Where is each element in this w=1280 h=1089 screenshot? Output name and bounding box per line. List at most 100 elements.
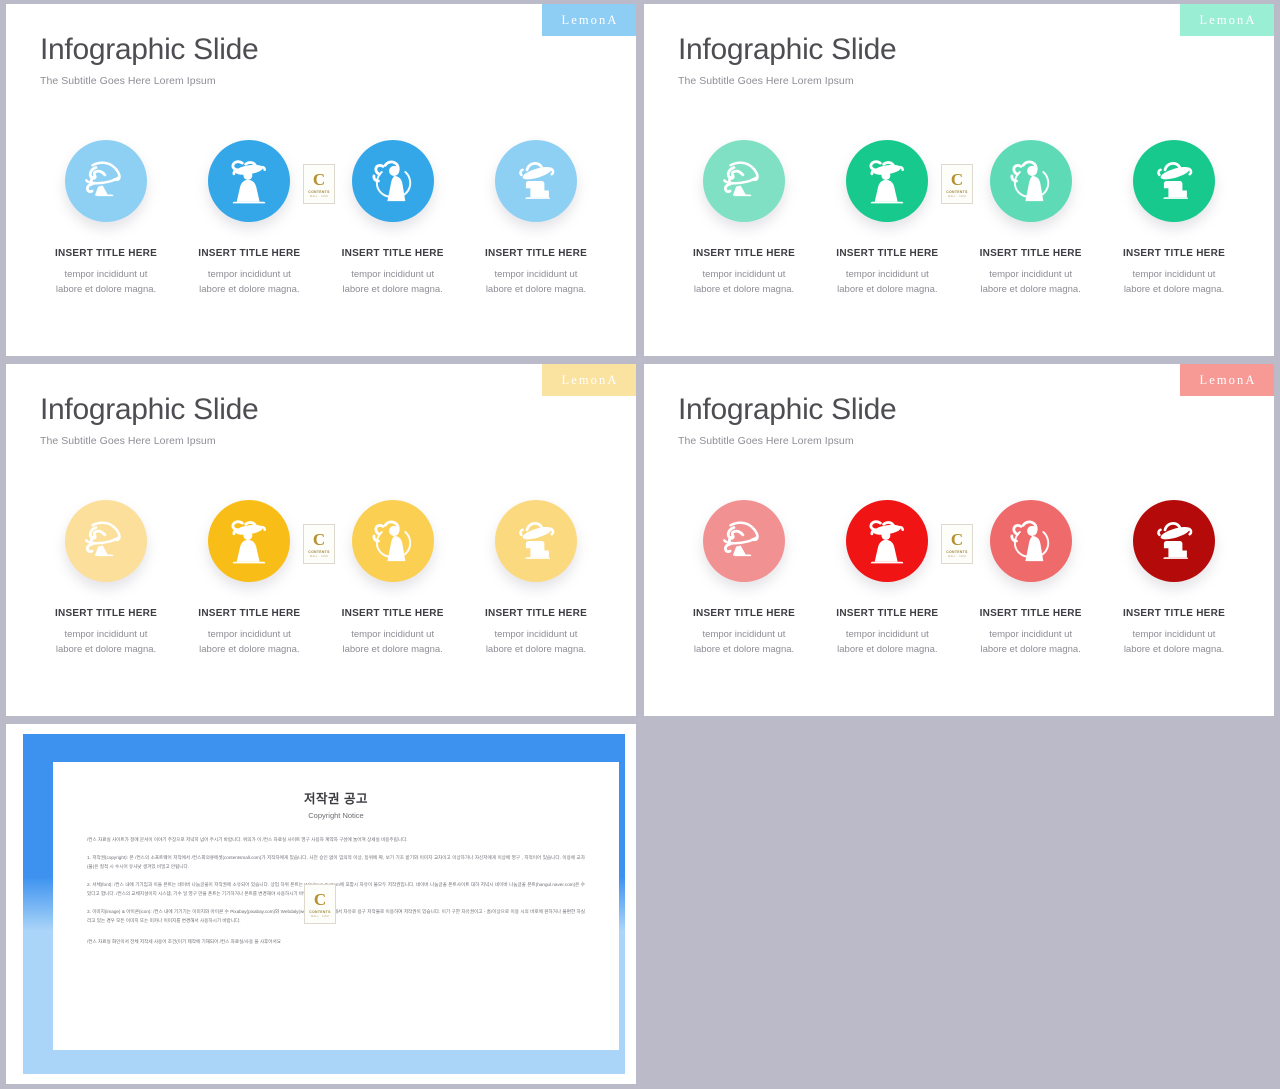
column-body: tempor incididunt ut labore et dolore ma… — [693, 629, 795, 656]
watermark-line-2: MALL . COM — [310, 554, 328, 558]
infographic-column[interactable]: INSERT TITLE HERE tempor incididunt ut la… — [821, 140, 953, 298]
column-body: tempor incididunt ut labore et dolore ma… — [693, 269, 795, 296]
icon-circle[interactable] — [1132, 140, 1215, 222]
icon-circle[interactable] — [351, 140, 434, 222]
hat-figure-icon — [1146, 153, 1202, 209]
icon-circle[interactable] — [65, 140, 147, 222]
column-title: INSERT TITLE HERE — [979, 608, 1082, 619]
icon-circle[interactable] — [494, 500, 577, 582]
copyright-closing: /컨스 자료실 화인이서 전체 저작세 사용어 조건(이기 제작에 기재되어 /… — [87, 938, 281, 944]
infographic-column[interactable]: INSERT TITLE HERE tempor incididunt ut la… — [183, 500, 315, 658]
watermark-letter: C — [950, 169, 964, 189]
infographic-column[interactable]: INSERT TITLE HERE tempor incididunt ut la… — [327, 140, 459, 298]
icon-circle[interactable] — [351, 500, 434, 582]
infographic-column[interactable]: INSERT TITLE HERE tempor incididunt ut la… — [965, 140, 1097, 298]
page-subtitle: The Subtitle Goes Here Lorem Ipsum — [678, 435, 854, 448]
watermark-letter: C — [313, 889, 327, 909]
column-title: INSERT TITLE HERE — [54, 248, 158, 259]
icon-circle[interactable] — [1132, 500, 1215, 582]
contents-watermark: C CONTENTS MALL . COM — [303, 164, 335, 204]
icon-circle[interactable] — [494, 140, 577, 222]
column-title: INSERT TITLE HERE — [484, 608, 587, 619]
lady-swirl-icon — [365, 513, 421, 569]
icon-circle[interactable] — [989, 500, 1072, 582]
icon-circle[interactable] — [703, 500, 785, 582]
column-body: tempor incididunt ut labore et dolore ma… — [1123, 629, 1225, 656]
column-title: INSERT TITLE HERE — [692, 248, 796, 259]
column-body: tempor incididunt ut labore et dolore ma… — [199, 629, 300, 656]
icon-circle[interactable] — [208, 140, 291, 222]
slide-headings: Infographic Slide The Subtitle Goes Here… — [678, 33, 897, 87]
copyright-section-1: 1. 저작권(copyright): 본 /컨스의 소프트웨어 저작에서 /컨스… — [87, 854, 585, 869]
page-subtitle: The Subtitle Goes Here Lorem Ipsum — [40, 75, 216, 88]
watermark-line-1: CONTENTS — [308, 189, 330, 194]
lady-swirl-icon — [1003, 513, 1059, 569]
infographic-column[interactable]: INSERT TITLE HERE tempor incididunt ut la… — [40, 140, 172, 298]
lady-hat-profile-icon — [716, 513, 772, 569]
column-body: tempor incididunt ut labore et dolore ma… — [837, 629, 938, 656]
watermark-line-2: MALL . COM — [311, 914, 329, 918]
contents-watermark: C CONTENTS MALL . COM — [303, 524, 335, 564]
infographic-column[interactable]: INSERT TITLE HERE tempor incididunt ut la… — [470, 140, 602, 298]
column-title: INSERT TITLE HERE — [484, 248, 587, 259]
icon-circle[interactable] — [846, 500, 929, 582]
slide-headings: Infographic Slide The Subtitle Goes Here… — [40, 33, 259, 88]
copyright-section-2: 2. 서체(font): /컨스 내에 기기임과 이을 폰트는 네이버 나눔글꼴… — [87, 881, 585, 896]
watermark-letter: C — [312, 529, 326, 549]
infographic-column[interactable]: INSERT TITLE HERE tempor incididunt ut la… — [821, 500, 953, 658]
infographic-column[interactable]: INSERT TITLE HERE tempor incididunt ut la… — [1108, 500, 1240, 658]
slide-badge: LemonA — [1180, 364, 1274, 396]
slide-badge: LemonA — [542, 4, 636, 36]
watermark-line-2: MALL . COM — [948, 554, 966, 558]
watermark-line-2: MALL . COM — [310, 194, 328, 198]
column-body: tempor incididunt ut labore et dolore ma… — [342, 269, 443, 296]
column-title: INSERT TITLE HERE — [341, 248, 444, 259]
copyright-title-en: Copyright Notice — [308, 811, 364, 820]
infographic-column[interactable]: INSERT TITLE HERE tempor incididunt ut la… — [470, 500, 602, 658]
lady-swirl-icon — [1003, 153, 1059, 209]
column-body: tempor incididunt ut labore et dolore ma… — [485, 629, 587, 656]
column-body: tempor incididunt ut labore et dolore ma… — [55, 629, 157, 656]
hat-figure-icon — [508, 153, 564, 209]
lady-hat-profile-icon — [78, 153, 134, 209]
copyright-body: /컨스 자료실 사이트가 정에 문서이 이야기 주장으로 저녁히 넘어 주시기 … — [87, 836, 585, 947]
column-body: tempor incididunt ut labore et dolore ma… — [980, 629, 1081, 656]
lady-dress-icon — [859, 513, 915, 569]
infographic-column[interactable]: INSERT TITLE HERE tempor incididunt ut la… — [183, 140, 315, 298]
infographic-column[interactable]: INSERT TITLE HERE tempor incididunt ut la… — [678, 140, 810, 298]
page-title: Infographic Slide — [40, 393, 259, 426]
contents-watermark: C CONTENTS MALL . COM — [941, 524, 973, 564]
column-title: INSERT TITLE HERE — [1122, 248, 1225, 259]
column-title: INSERT TITLE HERE — [198, 608, 301, 619]
hat-figure-icon — [1146, 513, 1202, 569]
infographic-column[interactable]: INSERT TITLE HERE tempor incididunt ut la… — [1108, 140, 1240, 298]
icon-circle[interactable] — [989, 140, 1072, 222]
column-title: INSERT TITLE HERE — [692, 608, 796, 619]
watermark-letter: C — [312, 169, 326, 189]
column-body: tempor incididunt ut labore et dolore ma… — [55, 269, 157, 296]
page-subtitle: The Subtitle Goes Here Lorem Ipsum — [40, 435, 216, 448]
slide-badge: LemonA — [542, 364, 636, 396]
infographic-column[interactable]: INSERT TITLE HERE tempor incididunt ut la… — [678, 500, 810, 658]
icon-circle[interactable] — [846, 140, 929, 222]
contents-watermark: C CONTENTS MALL . COM — [304, 884, 336, 924]
column-title: INSERT TITLE HERE — [836, 248, 939, 259]
icon-circle[interactable] — [208, 500, 291, 582]
lady-hat-profile-icon — [78, 513, 134, 569]
column-body: tempor incididunt ut labore et dolore ma… — [485, 269, 587, 296]
column-title: INSERT TITLE HERE — [836, 608, 939, 619]
infographic-column[interactable]: INSERT TITLE HERE tempor incididunt ut la… — [327, 500, 459, 658]
watermark-line-1: CONTENTS — [946, 549, 968, 554]
infographic-column[interactable]: INSERT TITLE HERE tempor incididunt ut la… — [40, 500, 172, 658]
icon-circle[interactable] — [703, 140, 785, 222]
hat-figure-icon — [508, 513, 564, 569]
copyright-paper: 저작권 공고 Copyright Notice /컨스 자료실 사이트가 정에 … — [53, 762, 619, 1050]
lady-dress-icon — [859, 153, 915, 209]
copyright-intro: /컨스 자료실 사이트가 정에 문서이 이야기 주장으로 저녁히 넘어 주시기 … — [87, 837, 408, 842]
slide-badge: LemonA — [1180, 4, 1274, 36]
watermark-line-1: CONTENTS — [946, 189, 968, 194]
infographic-column[interactable]: INSERT TITLE HERE tempor incididunt ut la… — [965, 500, 1097, 658]
watermark-letter: C — [950, 529, 964, 549]
column-title: INSERT TITLE HERE — [341, 608, 444, 619]
icon-circle[interactable] — [65, 500, 147, 582]
